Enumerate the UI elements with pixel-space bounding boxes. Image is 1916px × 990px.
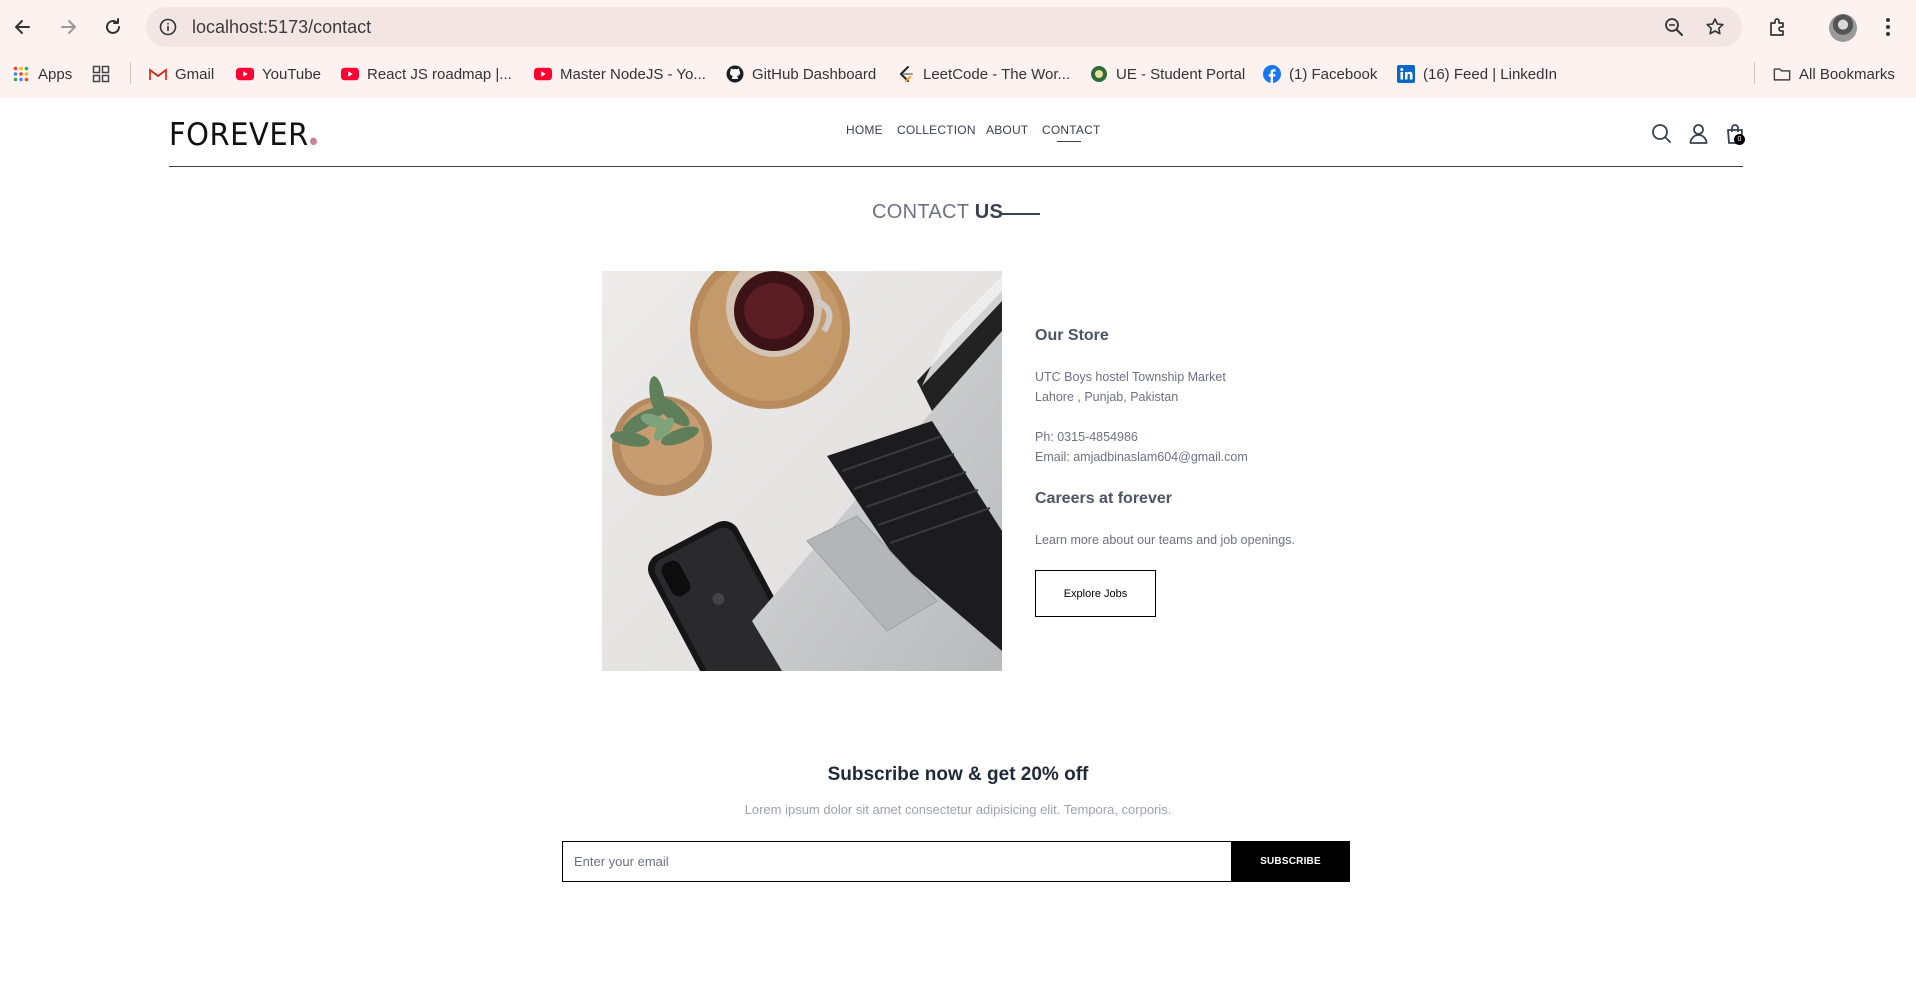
bookmark-apps[interactable]: Apps <box>12 62 72 86</box>
bookmark-label: Master NodeJS - Yo... <box>560 65 706 83</box>
bookmark-master-nodejs[interactable]: Master NodeJS - Yo... <box>534 62 706 86</box>
youtube-icon <box>534 65 552 83</box>
store-address-line2: Lahore , Punjab, Pakistan <box>1035 390 1179 404</box>
all-bookmarks-button[interactable]: All Bookmarks <box>1773 62 1895 86</box>
bookmark-tab-groups[interactable] <box>92 62 110 86</box>
apps-grid-icon <box>12 65 30 83</box>
user-icon[interactable] <box>1685 120 1711 146</box>
bookmark-leetcode[interactable]: LeetCode - The Wor... <box>897 62 1070 86</box>
store-email: Email: amjadbinaslam604@gmail.com <box>1035 450 1248 464</box>
bookmark-label: React JS roadmap |... <box>367 65 512 83</box>
facebook-icon <box>1263 65 1281 83</box>
leetcode-icon <box>897 65 915 83</box>
youtube-icon <box>236 65 254 83</box>
bookmark-github[interactable]: GitHub Dashboard <box>726 62 876 86</box>
bookmark-label: GitHub Dashboard <box>752 65 877 83</box>
forward-button[interactable] <box>51 10 85 44</box>
bookmark-ue-portal[interactable]: UE - Student Portal <box>1090 62 1245 86</box>
nav-about[interactable]: ABOUT <box>986 123 1028 137</box>
gmail-icon <box>149 65 167 83</box>
newsletter-form: SUBSCRIBE <box>562 841 1350 882</box>
search-icon[interactable] <box>1648 120 1674 146</box>
ue-icon <box>1090 65 1108 83</box>
zoom-icon[interactable] <box>1662 15 1686 39</box>
nav-contact[interactable]: CONTACT <box>1042 123 1101 137</box>
folder-icon <box>1773 65 1791 83</box>
bookmark-gmail[interactable]: Gmail <box>149 62 214 86</box>
reload-button[interactable] <box>96 10 130 44</box>
subscribe-button[interactable]: SUBSCRIBE <box>1231 841 1350 882</box>
arrow-left-icon <box>15 20 30 34</box>
bookmark-label: YouTube <box>262 65 321 83</box>
bookmark-separator <box>130 62 131 84</box>
arrow-right-icon <box>61 20 76 34</box>
title-decoration-line <box>1000 213 1040 215</box>
careers-heading: Careers at forever <box>1035 490 1172 507</box>
tab-groups-icon <box>92 65 110 83</box>
bookmark-label: (16) Feed | LinkedIn <box>1423 65 1557 83</box>
bookmarks-bar: Apps Gmail YouTube React JS roadmap |...… <box>0 56 1916 90</box>
menu-kebab-icon[interactable] <box>1872 11 1904 43</box>
logo-text: FOREVER <box>169 116 309 153</box>
header-divider <box>169 166 1743 167</box>
nav-home[interactable]: HOME <box>846 123 883 137</box>
github-icon <box>726 65 744 83</box>
page-title: CONTACT US <box>872 201 1003 224</box>
nav-active-indicator <box>1057 141 1081 142</box>
bookmark-facebook[interactable]: (1) Facebook <box>1263 62 1377 86</box>
reload-icon <box>106 18 120 34</box>
linkedin-icon <box>1397 65 1415 83</box>
address-bar[interactable]: localhost:5173/contact <box>146 7 1742 47</box>
cart-count-badge: 0 <box>1734 134 1745 145</box>
careers-text: Learn more about our teams and job openi… <box>1035 533 1295 547</box>
title-bold: US <box>974 201 1004 223</box>
nav-collection[interactable]: COLLECTION <box>897 123 976 137</box>
site-logo[interactable]: FOREVER <box>169 116 317 153</box>
bookmark-label: Gmail <box>175 65 215 83</box>
bookmark-label: UE - Student Portal <box>1116 65 1246 83</box>
all-bookmarks-label: All Bookmarks <box>1799 65 1895 83</box>
contact-image <box>602 271 1002 671</box>
newsletter-text: Lorem ipsum dolor sit amet consectetur a… <box>744 802 1172 817</box>
bookmark-separator <box>1754 62 1755 84</box>
profile-avatar[interactable] <box>1829 14 1857 42</box>
back-button[interactable] <box>6 10 40 44</box>
bookmark-label: (1) Facebook <box>1289 65 1378 83</box>
bookmark-react-roadmap[interactable]: React JS roadmap |... <box>341 62 512 86</box>
bookmark-star-icon[interactable] <box>1703 15 1727 39</box>
store-address-line1: UTC Boys hostel Township Market <box>1035 370 1226 384</box>
extensions-icon[interactable] <box>1762 11 1794 43</box>
bookmark-youtube[interactable]: YouTube <box>236 62 321 86</box>
bookmark-label: LeetCode - The Wor... <box>923 65 1071 83</box>
youtube-icon <box>341 65 359 83</box>
email-input[interactable] <box>563 842 1231 881</box>
explore-jobs-button[interactable]: Explore Jobs <box>1035 570 1156 617</box>
store-phone: Ph: 0315-4854986 <box>1035 430 1138 444</box>
site-info-icon[interactable] <box>156 15 180 39</box>
browser-toolbar: localhost:5173/contact Apps Gmail YouTub… <box>0 0 1916 98</box>
newsletter-title: Subscribe now & get 20% off <box>827 764 1089 785</box>
bookmark-label: Apps <box>38 65 73 83</box>
store-heading: Our Store <box>1035 327 1109 344</box>
bookmark-linkedin[interactable]: (16) Feed | LinkedIn <box>1397 62 1557 86</box>
title-light: CONTACT <box>872 201 969 223</box>
url-text: localhost:5173/contact <box>192 17 372 37</box>
logo-dot <box>309 137 317 146</box>
